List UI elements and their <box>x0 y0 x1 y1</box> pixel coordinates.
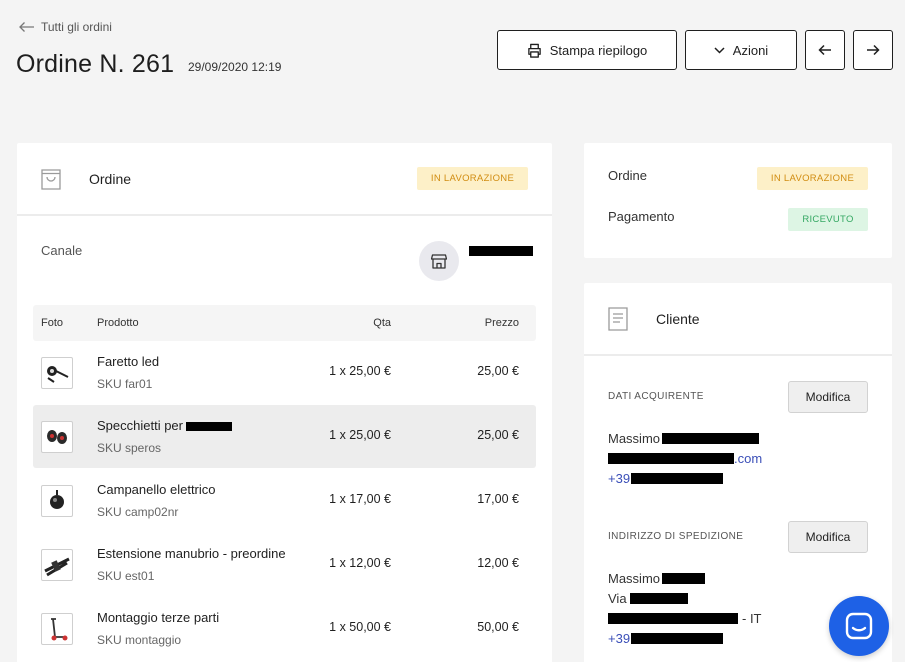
redacted-text <box>608 613 738 624</box>
arrow-right-icon <box>867 44 880 56</box>
store-icon <box>419 241 459 281</box>
product-name-text: Specchietti per <box>97 418 183 433</box>
table-row[interactable]: Faretto led SKU far01 1 x 25,00 € 25,00 … <box>33 341 536 404</box>
chat-launcher-button[interactable] <box>829 596 889 656</box>
table-row[interactable]: Estensione manubrio - preordine SKU est0… <box>33 533 536 596</box>
order-status-label: Ordine <box>608 168 648 183</box>
buyer-first-name: Massimo <box>608 431 661 446</box>
shopping-bag-icon <box>41 169 61 190</box>
product-name: Estensione manubrio - preordine <box>97 546 286 561</box>
redacted-text <box>662 433 760 444</box>
product-qty: 1 x 25,00 € <box>329 428 391 442</box>
mirrors-icon <box>41 421 73 453</box>
table-row[interactable]: Specchietti per SKU speros 1 x 25,00 € 2… <box>33 405 536 468</box>
col-photo: Foto <box>41 317 64 329</box>
arrow-left-icon <box>818 44 831 56</box>
led-light-icon <box>41 357 73 389</box>
order-status-badge: IN LAVORAZIONE <box>417 167 528 190</box>
product-qty: 1 x 17,00 € <box>329 492 391 506</box>
next-order-button[interactable] <box>853 30 893 70</box>
product-sku: SKU speros <box>97 441 162 455</box>
redacted-text <box>186 422 232 432</box>
table-row[interactable]: Campanello elettrico SKU camp02nr 1 x 17… <box>33 469 536 532</box>
col-product: Prodotto <box>97 317 139 329</box>
order-status-badge: IN LAVORAZIONE <box>757 167 868 190</box>
product-sku: SKU montaggio <box>97 633 182 647</box>
product-name: Campanello elettrico <box>97 482 216 497</box>
ship-street-prefix: Via <box>608 591 627 606</box>
col-qty: Qta <box>373 317 391 329</box>
ship-phone-prefix: +39 <box>608 631 631 646</box>
channel-name-redacted <box>469 246 533 256</box>
document-icon <box>608 307 628 331</box>
product-sku: SKU far01 <box>97 377 153 391</box>
edit-buyer-button[interactable]: Modifica <box>788 381 868 413</box>
print-summary-button[interactable]: Stampa riepilogo <box>497 30 677 70</box>
payment-status-label: Pagamento <box>608 209 675 224</box>
shipping-city: - IT <box>608 611 762 626</box>
product-name: Specchietti per <box>97 418 232 433</box>
col-price: Prezzo <box>484 317 519 329</box>
buyer-name: Massimo <box>608 431 760 446</box>
product-qty: 1 x 12,00 € <box>329 556 391 570</box>
redacted-text <box>631 473 724 484</box>
buyer-email[interactable]: .com <box>608 451 762 466</box>
customer-card-header: Cliente <box>584 283 892 356</box>
order-date: 29/09/2020 12:19 <box>188 60 282 74</box>
ship-country: - IT <box>742 611 762 626</box>
table-row[interactable]: Montaggio terze parti SKU montaggio 1 x … <box>33 597 536 660</box>
handlebar-icon <box>41 549 73 581</box>
product-price: 12,00 € <box>477 556 519 570</box>
products-table-header: Foto Prodotto Qta Prezzo <box>33 305 536 341</box>
status-card: Ordine IN LAVORAZIONE Pagamento RICEVUTO <box>584 143 892 258</box>
bell-icon <box>41 485 73 517</box>
order-card-header: Ordine IN LAVORAZIONE <box>17 143 552 216</box>
actions-dropdown-button[interactable]: Azioni <box>685 30 797 70</box>
product-qty: 1 x 25,00 € <box>329 364 391 378</box>
redacted-text <box>631 633 724 644</box>
buyer-section-label: DATI ACQUIRENTE <box>608 391 704 402</box>
product-sku: SKU camp02nr <box>97 505 179 519</box>
scooter-icon <box>41 613 73 645</box>
payment-status-badge: RICEVUTO <box>788 208 868 231</box>
page-title: Ordine N. 261 <box>16 50 175 78</box>
redacted-text <box>662 573 706 584</box>
shipping-street: Via <box>608 591 688 606</box>
ship-first-name: Massimo <box>608 571 661 586</box>
previous-order-button[interactable] <box>805 30 845 70</box>
back-to-orders-link[interactable]: Tutti gli ordini <box>18 20 112 34</box>
product-price: 50,00 € <box>477 620 519 634</box>
printer-icon <box>527 43 541 58</box>
redacted-text <box>629 593 688 604</box>
arrow-left-icon <box>19 22 34 32</box>
product-sku: SKU est01 <box>97 569 155 583</box>
product-price: 25,00 € <box>477 364 519 378</box>
product-name: Faretto led <box>97 354 160 369</box>
buyer-email-suffix: .com <box>734 451 763 466</box>
redacted-text <box>608 453 734 464</box>
shipping-section-label: INDIRIZZO DI SPEDIZIONE <box>608 531 744 542</box>
product-name: Montaggio terze parti <box>97 610 220 625</box>
buyer-phone[interactable]: +39 <box>608 471 724 486</box>
print-summary-label: Stampa riepilogo <box>549 42 648 58</box>
edit-shipping-button[interactable]: Modifica <box>788 521 868 553</box>
product-price: 25,00 € <box>477 428 519 442</box>
actions-label: Azioni <box>732 42 769 58</box>
order-card: Ordine IN LAVORAZIONE Canale Foto Prodot… <box>17 143 552 662</box>
buyer-phone-prefix: +39 <box>608 471 631 486</box>
shipping-phone[interactable]: +39 <box>608 631 724 646</box>
chat-icon <box>845 612 873 640</box>
back-link-label: Tutti gli ordini <box>41 20 112 34</box>
shipping-name: Massimo <box>608 571 706 586</box>
customer-card-title: Cliente <box>656 311 700 327</box>
channel-label: Canale <box>41 243 83 258</box>
product-qty: 1 x 50,00 € <box>329 620 391 634</box>
chevron-down-icon <box>714 46 725 54</box>
product-price: 17,00 € <box>477 492 519 506</box>
order-card-title: Ordine <box>89 171 132 187</box>
